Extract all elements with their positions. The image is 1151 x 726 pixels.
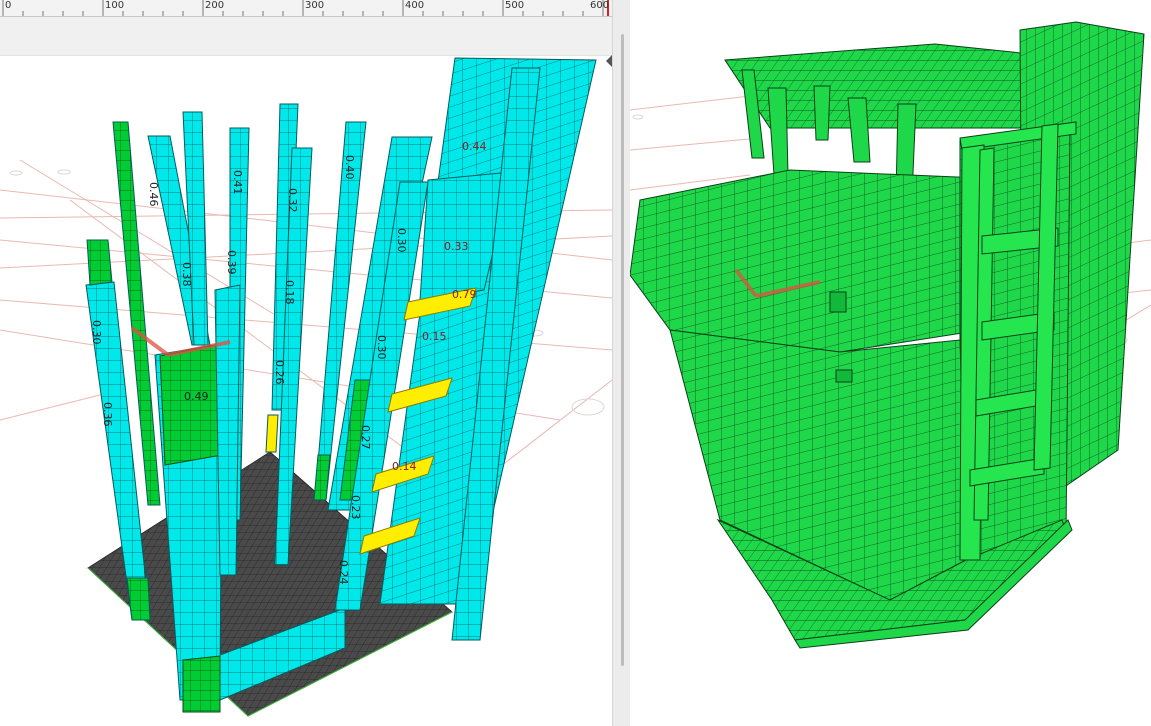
ruler-tick-300: 300 — [305, 0, 325, 11]
main-floor-slab — [630, 169, 983, 353]
label-20: 0.15 — [422, 330, 447, 343]
label-4: 0.32 — [286, 188, 299, 213]
ruler-tick-100: 100 — [105, 0, 125, 11]
toolbar-strip — [0, 17, 612, 56]
label-7: 0.27 — [359, 425, 372, 450]
horizontal-ruler: 0 100 200 300 400 500 600 — [0, 0, 612, 17]
label-19: 0.36 — [101, 402, 114, 427]
left-viewport[interactable]: 0 100 200 300 400 500 600 0.46 0.38 0.41… — [0, 0, 612, 726]
right-3d-model-view[interactable] — [630, 0, 1151, 726]
lower-wall-body — [669, 329, 967, 601]
view-splitter[interactable] — [612, 0, 631, 726]
label-18: 0.26 — [273, 360, 286, 385]
ruler-tick-0: 0 — [5, 0, 12, 11]
right-viewport[interactable] — [630, 0, 1151, 726]
column-1-base — [126, 577, 151, 621]
ruler-tick-600: 600 — [590, 0, 610, 11]
label-12: 0.44 — [462, 140, 487, 153]
label-14: 0.18 — [283, 280, 296, 305]
column-1-top — [86, 239, 113, 286]
left-3d-model-view[interactable]: 0.46 0.38 0.41 0.32 0.30 0.30 0.27 0.23 … — [0, 56, 612, 726]
label-21: 0.14 — [392, 460, 417, 473]
vertical-scrollbar[interactable] — [621, 34, 624, 666]
label-13: 0.79 — [452, 288, 477, 301]
column-8-base — [313, 454, 331, 501]
label-3: 0.41 — [231, 170, 244, 195]
label-9: 0.24 — [337, 560, 350, 585]
label-6: 0.30 — [375, 335, 388, 360]
label-16: 0.33 — [444, 240, 469, 253]
column-5 — [214, 284, 241, 576]
label-8: 0.23 — [349, 495, 362, 520]
green-wall-panel — [159, 343, 223, 466]
ruler-tick-200: 200 — [205, 0, 225, 11]
ruler-tick-500: 500 — [505, 0, 525, 11]
label-15: 0.49 — [184, 390, 209, 403]
label-5: 0.30 — [395, 228, 408, 253]
label-1: 0.46 — [147, 182, 160, 207]
label-2: 0.38 — [180, 262, 193, 287]
ruler-tick-400: 400 — [405, 0, 425, 11]
label-11: 0.39 — [225, 250, 238, 275]
column-yellow-marker — [265, 414, 279, 453]
label-10: 0.30 — [90, 320, 103, 345]
label-17: 0.40 — [343, 155, 356, 180]
green-wall-base — [182, 655, 221, 713]
